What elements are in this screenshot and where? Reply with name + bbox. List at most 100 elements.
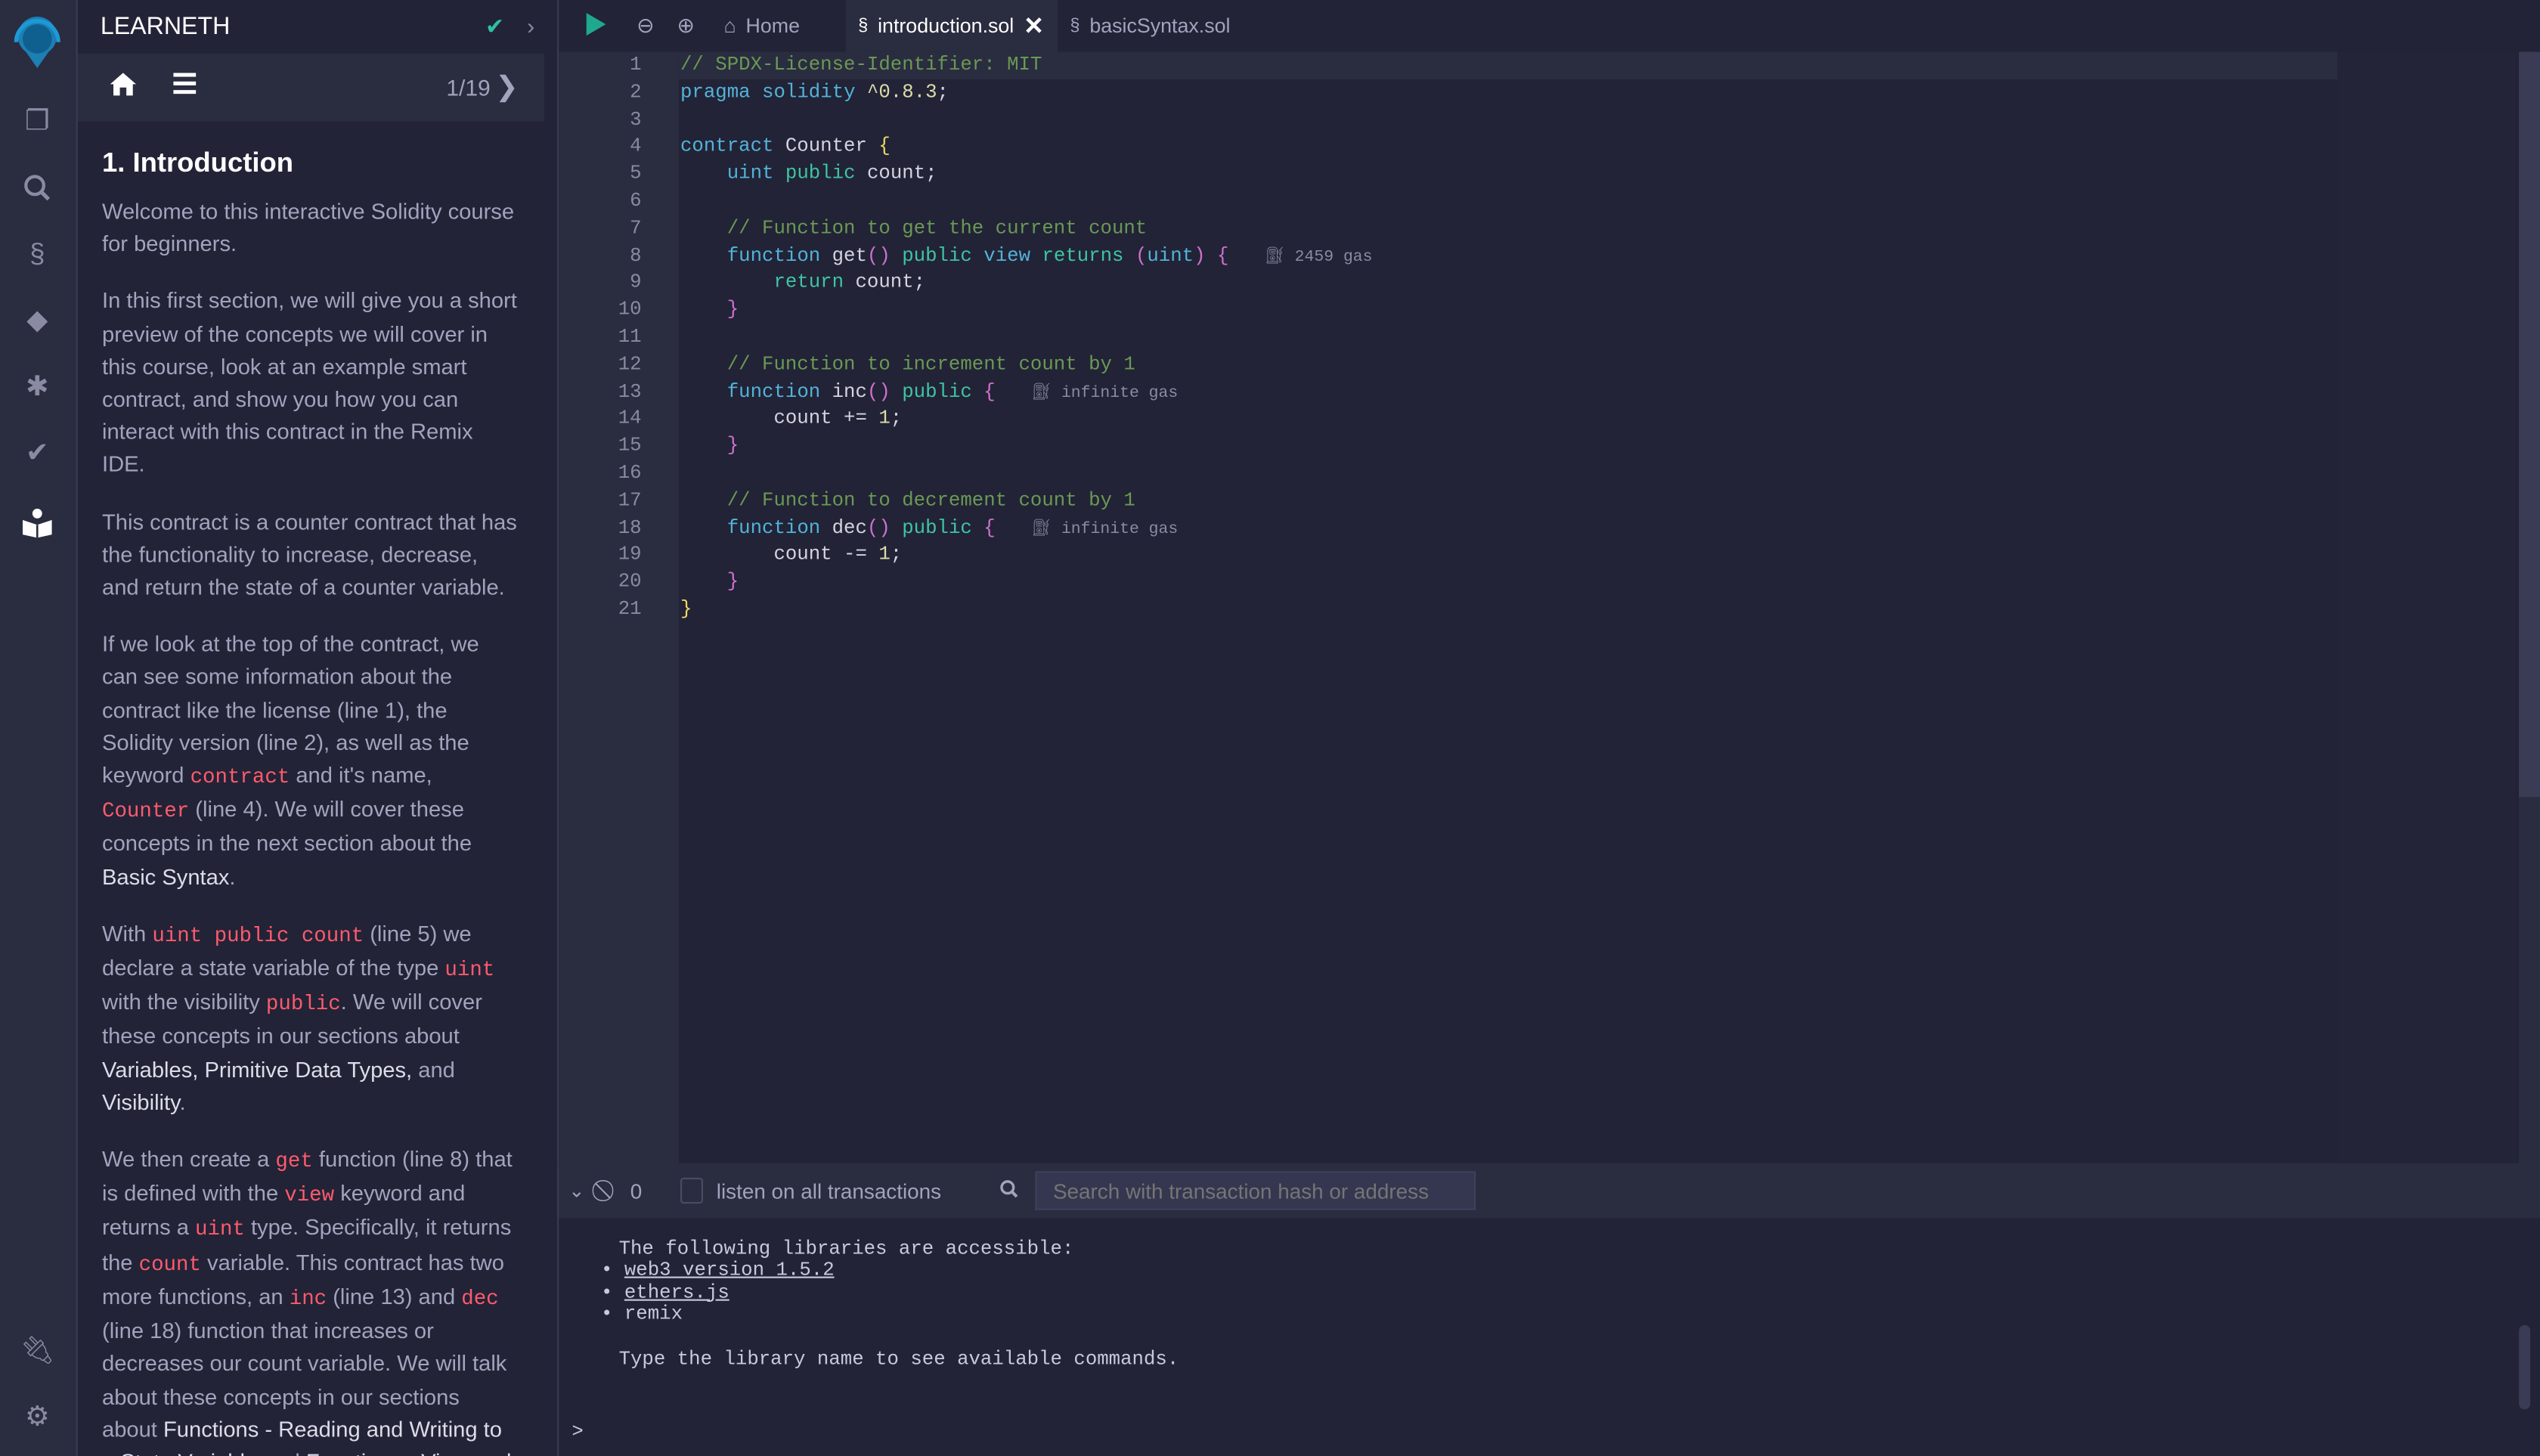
inline-code: dec — [461, 1286, 499, 1311]
inline-code: count — [138, 1251, 201, 1276]
tutorial-paragraph: Welcome to this interactive Solidity cou… — [102, 196, 520, 262]
terminal-prompt[interactable]: > — [572, 1420, 583, 1443]
code-token: } — [726, 570, 739, 593]
code-token: ; — [890, 543, 903, 566]
home-outline-icon: ⌂ — [723, 14, 736, 38]
line-number: 1 — [630, 53, 642, 76]
line-number: 16 — [618, 461, 642, 485]
tab-home[interactable]: ⌂ Home — [711, 0, 845, 52]
code-token: Counter — [773, 135, 879, 158]
code-line: function dec() public {⛽︎ infinite gas — [680, 515, 1179, 542]
code-token: { — [878, 135, 891, 158]
learneth-panel: LEARNETH ✔ › 1/19 ❯ 1. Introduction Welc… — [77, 0, 635, 1456]
search-icon — [999, 1179, 1019, 1203]
code-token: // Function to decrement count by 1 — [680, 488, 1135, 512]
inline-code: contract — [190, 764, 290, 789]
line-number: 14 — [618, 407, 642, 430]
code-token: public — [902, 379, 972, 403]
learneth-icon[interactable] — [18, 502, 57, 541]
plugin-manager-icon[interactable]: 🔌︎ — [18, 1331, 57, 1370]
code-token: count -= — [680, 543, 879, 566]
line-number: 2 — [630, 80, 642, 104]
code-token: count; — [844, 271, 926, 294]
tutorial-paragraph: If we look at the top of the contract, w… — [102, 629, 520, 894]
remix-lib: remix — [624, 1302, 683, 1325]
code-token: } — [726, 434, 739, 457]
zoom-out-icon[interactable]: ⊖ — [637, 13, 654, 39]
line-number: 12 — [618, 352, 642, 376]
code-token: 1 — [878, 407, 891, 430]
settings-icon[interactable]: ⚙ — [18, 1398, 57, 1436]
inline-code: get — [275, 1148, 313, 1173]
code-line: return count; — [680, 270, 925, 297]
code-editor[interactable]: 1 // SPDX-License-Identifier: MIT 2 pragma … — [559, 51, 2520, 1163]
solidity-unit-testing-icon[interactable]: ✔ — [18, 434, 57, 472]
terminal-scrollbar[interactable] — [2519, 1324, 2531, 1410]
search-icon[interactable] — [18, 169, 57, 207]
web3-link[interactable]: web3 version 1.5.2 — [624, 1259, 835, 1281]
tab-basicsyntax-sol[interactable]: § basicSyntax.sol — [1057, 0, 1243, 52]
bold-text: Variables, Primitive Data Types, — [102, 1057, 413, 1082]
editor-scrollbar[interactable] — [2519, 51, 2540, 1163]
file-explorer-icon[interactable]: ❐ — [18, 102, 57, 141]
code-token: returns — [1042, 243, 1124, 267]
code-token: get — [820, 243, 867, 267]
next-step-icon[interactable]: ❯ — [495, 71, 519, 104]
code-token: // SPDX-License-Identifier: MIT — [680, 53, 1042, 76]
code-line: function inc() public {⛽︎ infinite gas — [680, 379, 1179, 406]
paragraph-text: and — [257, 1450, 306, 1456]
bold-text: Visibility — [102, 1089, 180, 1115]
chevron-right-icon[interactable]: › — [527, 13, 534, 39]
transaction-search-input[interactable] — [1035, 1171, 1476, 1210]
inline-code: inc — [289, 1286, 327, 1311]
pending-tx-count: 0 — [630, 1178, 643, 1204]
code-token: contract — [680, 135, 774, 158]
menu-icon[interactable] — [173, 73, 197, 102]
debugger-icon[interactable]: ✱ — [18, 367, 57, 406]
tab-introduction-sol[interactable]: § introduction.sol ✕ — [844, 0, 1058, 52]
tutorial-content: 1. Introduction Welcome to this interact… — [78, 122, 544, 1456]
zoom-in-icon[interactable]: ⊕ — [677, 13, 695, 39]
code-token: } — [680, 597, 692, 621]
code-line: } — [680, 433, 739, 460]
line-number: 3 — [630, 107, 642, 131]
code-line: } — [680, 596, 692, 624]
close-tab-icon[interactable]: ✕ — [1024, 11, 1044, 40]
line-number: 10 — [618, 298, 642, 321]
line-number: 17 — [618, 488, 642, 512]
solidity-file-icon: § — [858, 16, 869, 36]
code-token: public — [902, 243, 972, 267]
line-number: 15 — [618, 434, 642, 457]
inline-code: uint — [195, 1217, 245, 1242]
code-line: // Function to get the current count — [680, 215, 1148, 243]
paragraph-text: . — [179, 1089, 186, 1115]
listen-checkbox[interactable] — [680, 1177, 704, 1204]
code-line: contract Counter { — [680, 134, 891, 161]
ethers-link[interactable]: ethers.js — [624, 1281, 729, 1303]
code-line: count -= 1; — [680, 542, 902, 569]
code-token: solidity — [762, 80, 856, 104]
solidity-compiler-icon[interactable]: § — [18, 235, 57, 274]
code-line: function get() public view returns (uint… — [680, 243, 1373, 270]
home-icon[interactable] — [109, 70, 138, 104]
collapse-terminal-icon[interactable]: ⌄ — [568, 1179, 585, 1202]
remix-logo-icon[interactable] — [8, 13, 67, 71]
run-script-icon[interactable] — [585, 11, 608, 42]
code-token: public — [785, 162, 856, 185]
paragraph-text: In this first section, we will give you … — [102, 289, 517, 477]
code-line: // Function to increment count by 1 — [680, 352, 1135, 379]
code-token: ( — [1135, 243, 1148, 267]
check-icon: ✔ — [485, 12, 505, 39]
code-token: dec — [820, 516, 867, 539]
line-number: 20 — [618, 570, 642, 593]
gas-estimate: infinite gas — [1061, 385, 1179, 403]
deploy-run-icon[interactable]: ◆ — [18, 302, 57, 340]
minimap[interactable] — [2337, 51, 2516, 1163]
code-token: ^0.8.3 — [855, 80, 937, 104]
